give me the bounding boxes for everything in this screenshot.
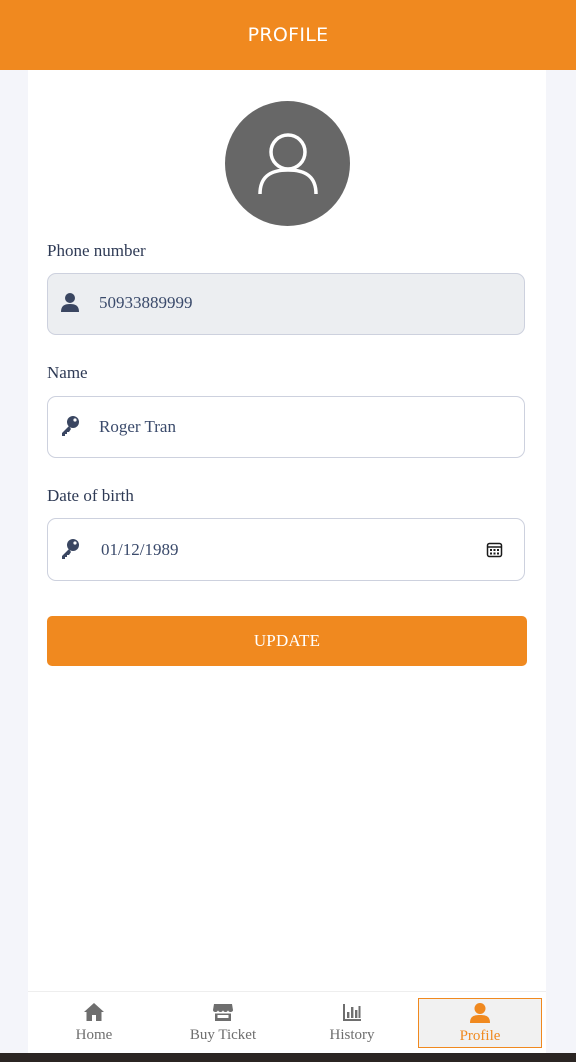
profile-content: Phone number 50933889999 Name Roger Tran… [28, 70, 546, 991]
nav-item-history[interactable]: History [290, 998, 414, 1048]
user-icon [470, 1003, 490, 1023]
phone-label: Phone number [47, 241, 146, 260]
nav-label-buy-ticket: Buy Ticket [189, 1027, 257, 1043]
page-title: PROFILE [247, 24, 329, 46]
user-icon [61, 293, 79, 312]
nav-label-profile: Profile [459, 1028, 501, 1044]
avatar[interactable] [225, 101, 350, 226]
store-icon [213, 1004, 233, 1021]
avatar-user-icon [257, 132, 318, 194]
dob-field[interactable]: 01/12/1989 [47, 518, 525, 581]
name-label: Name [47, 363, 88, 382]
nav-label-history: History [329, 1027, 375, 1043]
bottom-nav: Home Buy Ticket History Profile [28, 991, 546, 1054]
phone-value: 50933889999 [99, 293, 193, 312]
key-icon [62, 539, 79, 559]
dob-input[interactable]: 01/12/1989 [101, 519, 178, 580]
name-input[interactable]: Roger Tran [99, 397, 176, 457]
update-button[interactable]: UPDATE [47, 616, 527, 666]
system-taskbar [0, 1053, 576, 1062]
nav-item-profile[interactable]: Profile [418, 998, 542, 1048]
phone-field[interactable]: 50933889999 [47, 273, 525, 335]
nav-label-home: Home [75, 1027, 113, 1043]
name-field[interactable]: Roger Tran [47, 396, 525, 458]
nav-item-buy-ticket[interactable]: Buy Ticket [161, 998, 285, 1048]
calendar-icon[interactable] [486, 541, 503, 558]
app-header: PROFILE [0, 0, 576, 70]
nav-item-home[interactable]: Home [32, 998, 156, 1048]
bar-chart-icon [343, 1004, 361, 1021]
dob-label: Date of birth [47, 486, 134, 505]
key-icon [62, 416, 79, 436]
home-icon [84, 1003, 104, 1021]
